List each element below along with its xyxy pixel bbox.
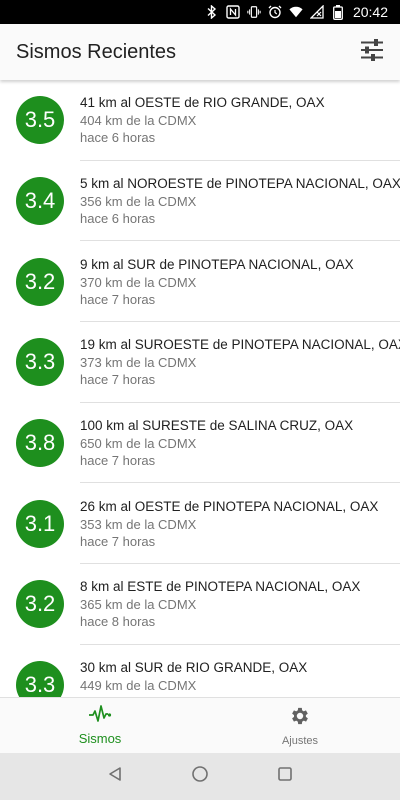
quake-text: 30 km al SUR de RIO GRANDE, OAX 449 km de… [80, 659, 400, 697]
system-nav [0, 753, 400, 800]
list-item[interactable]: 3.2 9 km al SUR de PINOTEPA NACIONAL, OAX… [0, 241, 400, 323]
quake-location: 19 km al SUROESTE de PINOTEPA NACIONAL, … [80, 337, 400, 353]
filter-sliders-icon [360, 38, 384, 66]
list-item[interactable]: 3.1 26 km al OESTE de PINOTEPA NACIONAL, … [0, 483, 400, 565]
quake-text: 100 km al SURESTE de SALINA CRUZ, OAX 650… [80, 417, 400, 469]
quake-distance: 356 km de la CDMX [80, 194, 197, 210]
status-bar: 20:42 [0, 0, 400, 24]
page-title: Sismos Recientes [16, 40, 177, 63]
tab-sismos[interactable]: Sismos [0, 698, 200, 753]
recents-button[interactable] [269, 761, 301, 793]
quake-distance: 449 km de la CDMX [80, 678, 197, 694]
quake-distance: 365 km de la CDMX [80, 597, 197, 613]
tab-sismos-label: Sismos [78, 731, 122, 746]
quake-location: 8 km al ESTE de PINOTEPA NACIONAL, OAX [80, 579, 361, 595]
list-item[interactable]: 3.3 30 km al SUR de RIO GRANDE, OAX 449 km… [0, 645, 400, 697]
back-button[interactable] [99, 761, 131, 793]
magnitude-badge: 3.3 [16, 661, 64, 697]
seismograph-icon [88, 705, 112, 728]
filter-button[interactable] [356, 36, 388, 68]
quake-time: hace 7 horas [80, 372, 156, 388]
status-icons [205, 4, 345, 20]
magnitude-badge: 3.3 [16, 338, 64, 387]
magnitude-badge: 3.4 [16, 177, 64, 226]
list-item[interactable]: 3.3 19 km al SUROESTE de PINOTEPA NACIONA… [0, 322, 400, 403]
bottom-nav: Sismos Ajustes [0, 697, 400, 753]
battery-icon [331, 4, 345, 20]
screen: 20:42 Sismos Recientes 3.5 41 km al OESTE… [0, 0, 400, 800]
list-item[interactable]: 3.4 5 km al NOROESTE de PINOTEPA NACIONAL… [0, 161, 400, 242]
magnitude-badge: 3.2 [16, 580, 64, 629]
wifi-icon [289, 5, 303, 19]
tab-ajustes[interactable]: Ajustes [200, 698, 400, 753]
magnitude-badge: 3.5 [16, 96, 64, 145]
vibrate-icon [247, 5, 261, 19]
bluetooth-icon [205, 5, 219, 19]
gear-icon [289, 705, 311, 732]
list-item[interactable]: 3.8 100 km al SURESTE de SALINA CRUZ, OAX… [0, 403, 400, 484]
quake-list[interactable]: 3.5 41 km al OESTE de RIO GRANDE, OAX 404 … [0, 80, 400, 697]
quake-text: 26 km al OESTE de PINOTEPA NACIONAL, OAX… [80, 498, 400, 550]
quake-time: hace 7 horas [80, 453, 156, 469]
magnitude-badge: 3.8 [16, 419, 64, 468]
quake-distance: 370 km de la CDMX [80, 274, 197, 290]
quake-distance: 650 km de la CDMX [80, 436, 197, 452]
quake-distance: 404 km de la CDMX [80, 113, 197, 129]
quake-time: hace 7 horas [80, 291, 156, 307]
alarm-icon [268, 5, 282, 19]
quake-distance: 373 km de la CDMX [80, 355, 197, 371]
magnitude-badge: 3.1 [16, 499, 64, 548]
list-item[interactable]: 3.5 41 km al OESTE de RIO GRANDE, OAX 404 … [0, 80, 400, 161]
status-time: 20:42 [352, 4, 388, 20]
quake-location: 5 km al NOROESTE de PINOTEPA NACIONAL, O… [80, 176, 400, 192]
no-signal-icon [309, 5, 324, 19]
quake-time: hace 7 horas [80, 533, 156, 549]
recents-icon [277, 766, 293, 787]
quake-location: 41 km al OESTE de RIO GRANDE, OAX [80, 95, 325, 111]
quake-text: 9 km al SUR de PINOTEPA NACIONAL, OAX 370… [80, 256, 400, 308]
quake-text: 5 km al NOROESTE de PINOTEPA NACIONAL, O… [80, 175, 400, 227]
app-bar: Sismos Recientes [0, 24, 400, 80]
quake-time: hace 6 horas [80, 130, 156, 146]
tab-ajustes-label: Ajustes [281, 734, 319, 747]
quake-text: 19 km al SUROESTE de PINOTEPA NACIONAL, … [80, 336, 400, 388]
home-icon [191, 765, 209, 788]
list-item[interactable]: 3.2 8 km al ESTE de PINOTEPA NACIONAL, OA… [0, 564, 400, 645]
quake-location: 30 km al SUR de RIO GRANDE, OAX [80, 660, 308, 676]
quake-text: 41 km al OESTE de RIO GRANDE, OAX 404 km … [80, 94, 400, 146]
quake-location: 26 km al OESTE de PINOTEPA NACIONAL, OAX [80, 498, 379, 514]
back-icon [107, 766, 123, 787]
quake-time: hace 8 horas [80, 614, 156, 630]
home-button[interactable] [184, 761, 216, 793]
quake-location: 9 km al SUR de PINOTEPA NACIONAL, OAX [80, 256, 354, 272]
quake-location: 100 km al SURESTE de SALINA CRUZ, OAX [80, 418, 354, 434]
nfc-icon [226, 5, 240, 19]
quake-time: hace 6 horas [80, 211, 156, 227]
quake-distance: 353 km de la CDMX [80, 516, 197, 532]
quake-text: 8 km al ESTE de PINOTEPA NACIONAL, OAX 36… [80, 578, 400, 630]
magnitude-badge: 3.2 [16, 257, 64, 306]
